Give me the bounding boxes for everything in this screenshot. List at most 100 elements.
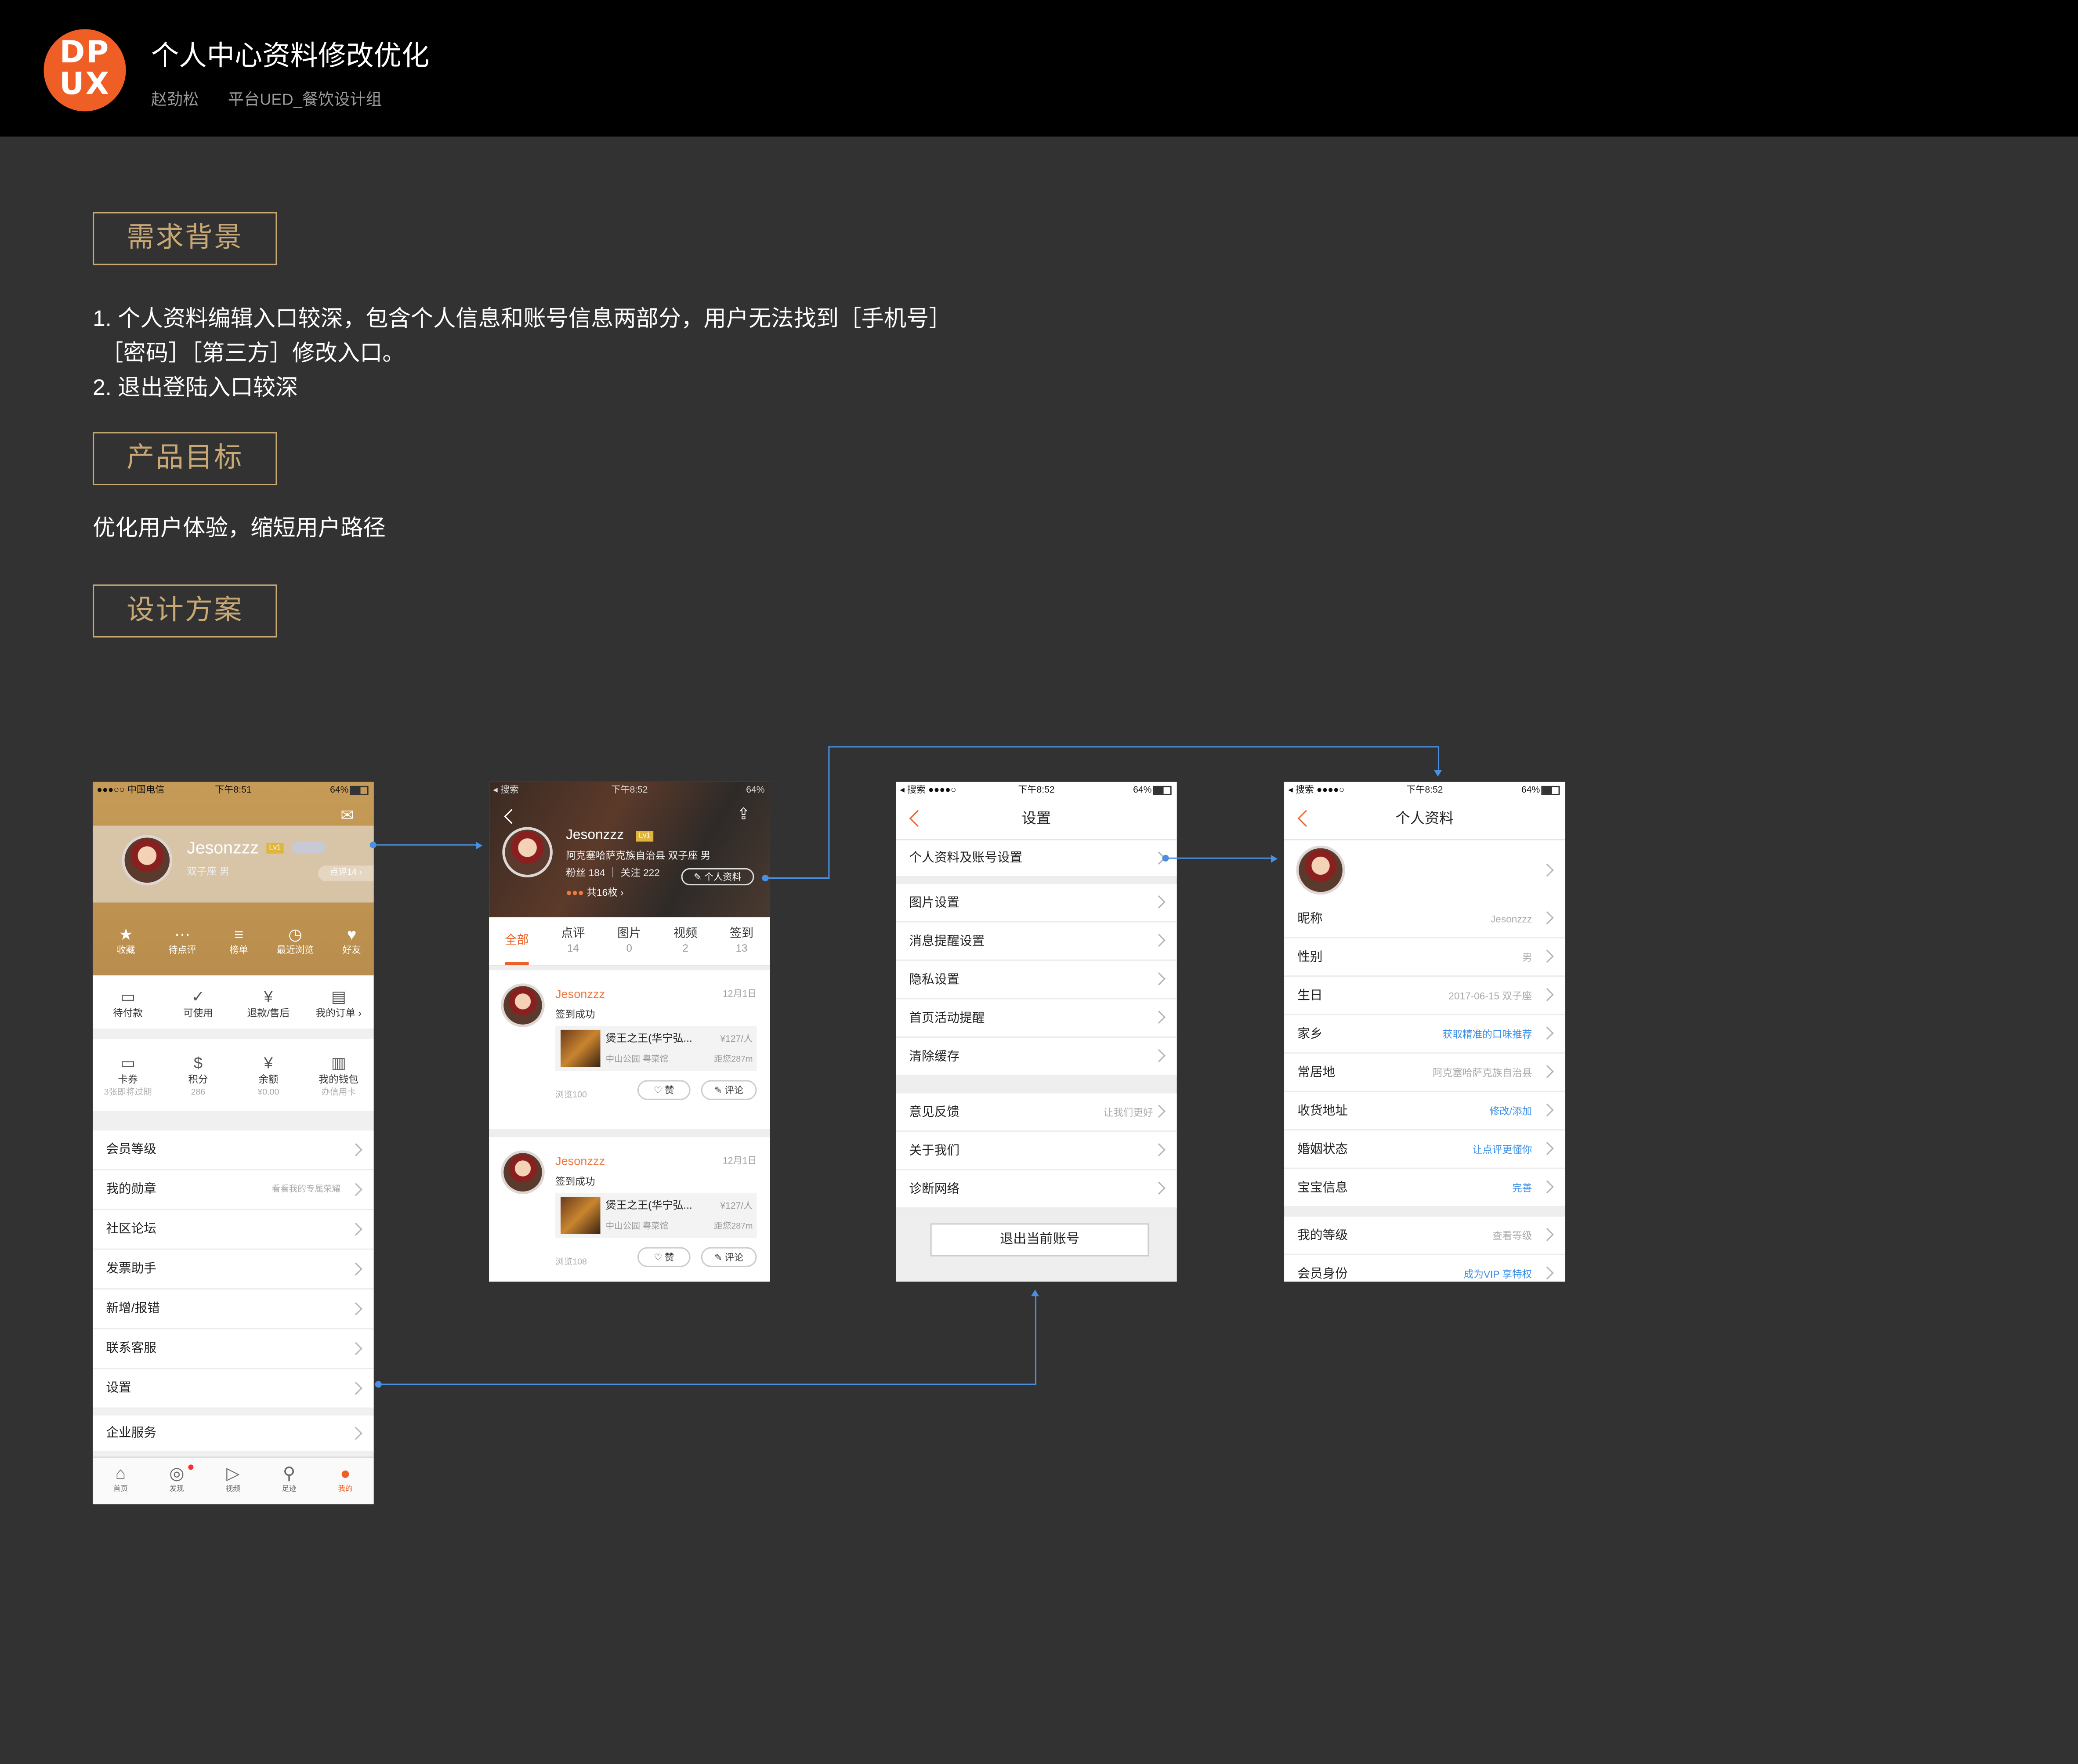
feed-action: 签到成功 <box>555 1008 595 1021</box>
info-value: 查看等级 <box>1492 1230 1532 1242</box>
tab-label: 全部 <box>505 933 529 946</box>
quick-icon-3[interactable]: ◷ 最近浏览 <box>268 925 323 960</box>
comment-button[interactable]: ✎ 评论 <box>701 1247 757 1267</box>
quick-icon-label: 最近浏览 <box>276 946 314 956</box>
screen-settings: ◂ 搜索 ●●●●○ 下午8:52 64% 设置 个人资料及账号设置 图片设置 消息… <box>896 782 1177 1282</box>
avatar[interactable] <box>122 835 173 886</box>
points-tag[interactable]: 点评14 › <box>318 865 374 882</box>
avatar-row[interactable] <box>1284 840 1565 902</box>
quick-icon-0[interactable]: ★ 收藏 <box>98 925 154 960</box>
menu-item-3[interactable]: 发票助手 <box>93 1250 374 1290</box>
edit-profile-button[interactable]: ✎ 个人资料 <box>681 868 754 886</box>
quick-icon-label: 待点评 <box>168 946 196 956</box>
order-entry-3[interactable]: ▤ 我的订单 › <box>304 986 374 1020</box>
wallet-label: 余额 <box>258 1073 279 1086</box>
order-entry-0[interactable]: ▭ 待付款 <box>93 986 163 1020</box>
menu-item-enterprise-service[interactable]: 企业服务 <box>93 1415 374 1453</box>
menu-item-2[interactable]: 社区论坛 <box>93 1210 374 1250</box>
shop-distance: 距您287m <box>714 1222 753 1232</box>
comment-button[interactable]: ✎ 评论 <box>701 1080 757 1100</box>
quick-icon-1[interactable]: ⋯ 待点评 <box>155 925 210 960</box>
feed-item[interactable]: Jesonzzz 12月1日 签到成功 煲王之王(华宁弘... ¥127/人 中山公园 粤… <box>489 1137 770 1282</box>
content-tab-0[interactable]: 全部 <box>489 925 545 965</box>
info-row-4[interactable]: 常居地 阿克塞哈萨克族自治县 <box>1284 1054 1565 1092</box>
feed-item[interactable]: Jesonzzz 12月1日 签到成功 煲王之王(华宁弘... ¥127/人 中山公园 粤… <box>489 970 770 1130</box>
tab-1[interactable]: ◎ 发现 <box>149 1463 205 1496</box>
feed-avatar[interactable] <box>501 983 545 1027</box>
like-button[interactable]: ♡ 赞 <box>637 1080 691 1100</box>
tab-4[interactable]: ● 我的 <box>318 1463 373 1496</box>
share-icon[interactable]: ⇪ <box>737 804 750 823</box>
settings-item-3[interactable]: 首页活动提醒 <box>896 999 1177 1038</box>
wallet-icon: ¥ <box>264 1054 273 1072</box>
info-row-0[interactable]: 昵称 Jesonzzz <box>1284 900 1565 938</box>
info-row-3[interactable]: 家乡 获取精准的口味推荐 <box>1284 1015 1565 1054</box>
menu-item-0[interactable]: 会员等级 <box>93 1130 374 1170</box>
content-tab-2[interactable]: 图片 0 <box>601 925 657 957</box>
info-label: 婚姻状态 <box>1297 1142 1348 1157</box>
info-row-extra-0[interactable]: 我的等级 查看等级 <box>1284 1217 1565 1255</box>
quick-icon-4[interactable]: ♥ 好友 <box>324 925 373 960</box>
quick-icon-2[interactable]: ≡ 榜单 <box>211 925 267 960</box>
comment-icon: ✎ <box>714 1253 725 1263</box>
tab-2[interactable]: ▷ 视频 <box>205 1463 261 1496</box>
background-line-3: 2. 退出登陆入口较深 <box>93 375 298 401</box>
shop-area: 中山公园 粤菜馆 <box>605 1055 669 1065</box>
avatar[interactable] <box>502 827 553 877</box>
wallet-entry-0[interactable]: ▭ 卡券 3张即将过期 <box>93 1052 163 1099</box>
info-row-1[interactable]: 性别 男 <box>1284 938 1565 977</box>
shop-name: 煲王之王(华宁弘... <box>605 1032 692 1045</box>
settings-item-misc-1[interactable]: 关于我们 <box>896 1132 1177 1170</box>
info-value: 让点评更懂你 <box>1472 1144 1532 1156</box>
mail-icon[interactable]: ✉ <box>340 806 354 824</box>
shop-card[interactable]: 煲王之王(华宁弘... ¥127/人 中山公园 粤菜馆 距您287m <box>555 1192 757 1238</box>
wallet-entry-2[interactable]: ¥ 余额 ¥0.00 <box>233 1052 304 1099</box>
fans-follow[interactable]: 粉丝 184 ｜ 关注 222 <box>566 866 660 880</box>
order-entry-2[interactable]: ¥ 退款/售后 <box>233 986 304 1020</box>
info-row-2[interactable]: 生日 2017-06-15 双子座 <box>1284 977 1565 1015</box>
settings-item-misc-0[interactable]: 意见反馈 让我们更好 <box>896 1093 1177 1132</box>
settings-item-4[interactable]: 清除缓存 <box>896 1037 1177 1076</box>
info-row-6[interactable]: 婚姻状态 让点评更懂你 <box>1284 1130 1565 1169</box>
settings-item-misc-2[interactable]: 诊断网络 <box>896 1170 1177 1209</box>
logout-button[interactable]: 退出当前账号 <box>930 1223 1149 1257</box>
chevron-right-icon <box>1152 895 1166 909</box>
order-entry-1[interactable]: ✓ 可使用 <box>163 986 233 1020</box>
tab-icon: ⚲ <box>282 1463 296 1483</box>
tab-0[interactable]: ⌂ 首页 <box>93 1463 148 1496</box>
menu-item-6[interactable]: 设置 <box>93 1369 374 1409</box>
content-tab-4[interactable]: 签到 13 <box>714 925 770 957</box>
nav-title: 设置 <box>1021 811 1051 827</box>
order-icon: ▤ <box>331 987 346 1006</box>
like-button[interactable]: ♡ 赞 <box>637 1247 691 1267</box>
menu-item-1[interactable]: 我的勋章 看看我的专属荣耀 <box>93 1170 374 1210</box>
settings-label: 隐私设置 <box>909 973 960 988</box>
quick-icon-glyph: ≡ <box>234 925 244 944</box>
info-row-7[interactable]: 宝宝信息 完善 <box>1284 1169 1565 1208</box>
wallet-entry-3[interactable]: ▥ 我的钱包 办信用卡 <box>304 1052 374 1099</box>
tab-3[interactable]: ⚲ 足迹 <box>261 1463 317 1496</box>
team-name: 平台UED_餐饮设计组 <box>228 90 382 109</box>
content-tab-3[interactable]: 视频 2 <box>658 925 713 957</box>
info-row-5[interactable]: 收货地址 修改/添加 <box>1284 1092 1565 1131</box>
shop-card[interactable]: 煲王之王(华宁弘... ¥127/人 中山公园 粤菜馆 距您287m <box>555 1025 757 1071</box>
settings-item-1[interactable]: 消息提醒设置 <box>896 922 1177 961</box>
content-tab-1[interactable]: 点评 14 <box>545 925 601 957</box>
chevron-right-icon <box>1152 1049 1166 1062</box>
shop-thumb <box>561 1196 601 1234</box>
settings-item-0[interactable]: 图片设置 <box>896 884 1177 923</box>
wallet-entry-1[interactable]: $ 积分 286 <box>163 1052 233 1099</box>
chevron-right-icon <box>1152 1105 1166 1118</box>
settings-item-account[interactable]: 个人资料及账号设置 <box>896 840 1177 877</box>
feed-avatar[interactable] <box>501 1150 545 1194</box>
settings-label: 清除缓存 <box>909 1050 960 1065</box>
feed-name[interactable]: Jesonzzz <box>555 1154 605 1167</box>
menu-item-4[interactable]: 新增/报错 <box>93 1289 374 1329</box>
info-row-extra-1[interactable]: 会员身份 成为VIP 享特权 <box>1284 1255 1565 1282</box>
menu-item-5[interactable]: 联系客服 <box>93 1329 374 1369</box>
level-badge: Lv1 <box>266 843 284 854</box>
badges-row[interactable]: ●●● 共16枚 › <box>566 885 624 900</box>
settings-item-2[interactable]: 隐私设置 <box>896 961 1177 1000</box>
shop-price: ¥127/人 <box>720 1202 753 1212</box>
feed-name[interactable]: Jesonzzz <box>555 987 605 1000</box>
